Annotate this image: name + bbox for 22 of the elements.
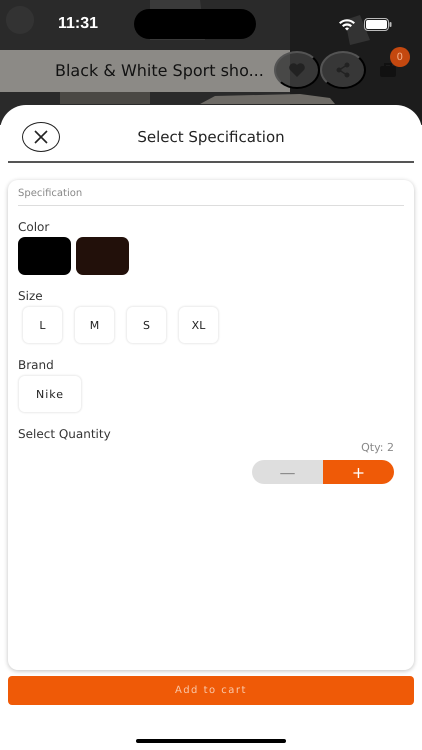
color-swatch[interactable] [18, 237, 71, 275]
battery-icon [364, 18, 392, 30]
close-icon [34, 130, 48, 144]
heart-icon [288, 62, 306, 78]
close-button[interactable] [22, 122, 60, 152]
size-option[interactable]: S [126, 306, 167, 344]
size-option[interactable]: M [74, 306, 115, 344]
color-swatch[interactable] [76, 237, 129, 275]
section-heading: Specification [18, 186, 404, 206]
size-option[interactable]: L [22, 306, 63, 344]
wifi-icon [338, 18, 356, 30]
bag-icon[interactable] [378, 62, 397, 78]
product-title: Black & White Sport sho... [55, 60, 264, 80]
brand-option[interactable]: Nike [18, 375, 82, 413]
brand-label: Brand [18, 358, 54, 372]
size-label: Size [18, 289, 43, 303]
quantity-reading: Qty: 2 [361, 441, 394, 454]
sheet-title: Select Specification [136, 128, 286, 146]
size-option[interactable]: XL [178, 306, 219, 344]
quantity-label: Select Quantity [18, 427, 111, 441]
status-time: 11:31 [58, 15, 98, 33]
color-label: Color [18, 220, 50, 234]
